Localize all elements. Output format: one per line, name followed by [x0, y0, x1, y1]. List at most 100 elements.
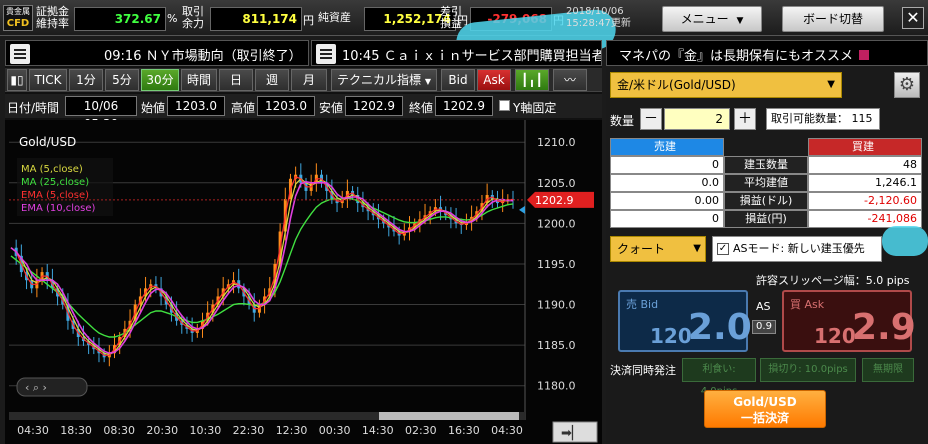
checkbox-checked-icon[interactable]: ✓: [717, 243, 729, 255]
y-tick-label: 1210.0: [537, 136, 576, 149]
available-unit: 円: [303, 14, 314, 27]
promo-banner[interactable]: マネパの『金』は長期保有にもオススメ: [606, 40, 928, 66]
ask-price-major: 120: [814, 324, 856, 348]
order-type-select[interactable]: クォート ▼: [610, 236, 706, 262]
table-row: 0 建玉数量 48: [610, 156, 922, 174]
order-type-value: クォート: [617, 242, 666, 256]
timeframe-week[interactable]: 週: [255, 69, 289, 91]
ohlc-info-bar: 日付/時間 10/06 05:30 始値 1203.0 高値 1203.0 安値…: [5, 94, 602, 131]
high-label: 高値: [231, 101, 256, 115]
y-tick-label: 1195.0: [537, 258, 576, 271]
chart-toolbar: ▮▯ TICK 1分 5分 30分 時間 日 週 月 テクニカル指標 ▼ Bid…: [5, 68, 602, 92]
menu-button-label: メニュー: [680, 12, 729, 26]
price-chart[interactable]: 1210.0 1205.0 1200.0 1195.0 1190.0 1185.0 1180…: [5, 120, 602, 444]
news-headline-2[interactable]: 10:45 Ｃａｉｘｉｎサービス部門購買担当者: [342, 45, 601, 64]
logo-text: 貴金属: [6, 7, 30, 16]
as-mode-toggle[interactable]: ✓ ASモード: 新しい建玉優先: [712, 236, 882, 262]
x-tick-label: 04:30: [17, 424, 49, 437]
news-ticker-1[interactable]: 09:16 ＮＹ市場動向（取引終了）: [5, 40, 309, 66]
timeframe-hour[interactable]: 時間: [181, 69, 217, 91]
timeframe-day[interactable]: 日: [219, 69, 253, 91]
position-header-row: 売建 買建: [610, 138, 922, 156]
current-price-label: 1202.9: [535, 194, 574, 207]
x-tick-label: 18:30: [60, 424, 92, 437]
x-tick-label: 12:30: [276, 424, 308, 437]
timeframe-5min[interactable]: 5分: [105, 69, 139, 91]
row-label: 損益(ドル): [724, 192, 808, 210]
low-value: 1202.9: [345, 96, 403, 116]
yaxis-fixed-checkbox[interactable]: [499, 100, 510, 111]
position-table: 売建 買建 0 建玉数量 48 0.0 平均建値 1,246.1 0.00 損益…: [610, 138, 922, 228]
y-tick-label: 1200.0: [537, 217, 576, 230]
close-label: 終値: [409, 101, 434, 115]
bulk-settle-label: 一括決済: [740, 411, 789, 425]
y-tick-label: 1190.0: [537, 299, 576, 312]
chevron-down-icon: ▼: [827, 79, 835, 90]
y-tick-label: 1205.0: [537, 177, 576, 190]
row-label: 損益(円): [724, 210, 808, 228]
update-datetime: 2018/10/06 15:28:47更新: [566, 6, 631, 30]
chevron-down-icon: ▼: [424, 77, 431, 86]
timeframe-month[interactable]: 月: [291, 69, 327, 91]
line-chart-icon[interactable]: 〰: [553, 69, 587, 91]
chart-panel: 09:16 ＮＹ市場動向（取引終了） 10:45 Ｃａｉｘｉｎサービス部門購買担…: [5, 40, 602, 444]
bid-price-major: 120: [650, 324, 692, 348]
legend-entry: EMA (5,close): [21, 190, 89, 201]
x-tick-label: 10:30: [190, 424, 222, 437]
quantity-decrement-button[interactable]: －: [640, 108, 662, 130]
yaxis-fixed-label: Y軸固定: [513, 101, 557, 115]
buy-quantity: 48: [808, 156, 922, 174]
list-icon[interactable]: [10, 44, 30, 64]
external-link-icon[interactable]: [859, 50, 869, 60]
as-mode-label: ASモード: 新しい建玉優先: [733, 242, 865, 255]
timeframe-1min[interactable]: 1分: [69, 69, 103, 91]
header-spacer: [724, 138, 808, 156]
news-ticker-2[interactable]: 10:45 Ｃａｉｘｉｎサービス部門購買担当者: [311, 40, 602, 66]
bid-price-minor: 2.0: [688, 307, 752, 348]
candlestick-icon[interactable]: ┃╻┃: [515, 69, 549, 91]
timeframe-30min[interactable]: 30分: [141, 69, 179, 91]
chart-title: Gold/USD: [19, 135, 76, 149]
x-tick-label: 04:30: [491, 424, 523, 437]
technical-indicator-label: テクニカル指標: [337, 73, 422, 87]
bulk-settle-button[interactable]: Gold/USD 一括決済: [704, 390, 826, 428]
update-date: 2018/10/06: [566, 6, 624, 17]
board-switch-button[interactable]: ボード切替: [782, 6, 884, 32]
stop-loss-button[interactable]: 損切り: 10.0pips: [760, 358, 856, 382]
ask-toggle[interactable]: Ask: [477, 69, 511, 91]
take-profit-button[interactable]: 利食い: 4.0pips: [682, 358, 756, 397]
sell-bid-button[interactable]: 売 Bid 120 2.0: [618, 290, 752, 352]
x-tick-label: 22:30: [233, 424, 265, 437]
gear-icon[interactable]: ⚙: [894, 72, 920, 98]
arrow-right-icon: ➡▏: [561, 424, 582, 441]
symbol-select[interactable]: 金/米ドル(Gold/USD) ▼: [610, 72, 842, 98]
bid-toggle[interactable]: Bid: [441, 69, 475, 91]
timeframe-tick[interactable]: TICK: [29, 69, 67, 91]
row-label: 平均建値: [724, 174, 808, 192]
settle-order-label: 決済同時発注: [610, 364, 676, 377]
quantity-input[interactable]: 2: [664, 108, 730, 130]
logo-cfd-text: CFD: [6, 18, 30, 29]
x-tick-label: 08:30: [103, 424, 135, 437]
chevron-down-icon: ▼: [736, 16, 744, 26]
close-icon[interactable]: ✕: [902, 7, 924, 29]
promo-text[interactable]: マネパの『金』は長期保有にもオススメ: [619, 45, 853, 64]
expiry-button[interactable]: 無期限: [862, 358, 914, 382]
available-label: 取引余力: [182, 5, 204, 30]
sell-avg-price: 0.0: [610, 174, 724, 192]
chart-type-icon[interactable]: ▮▯: [7, 69, 27, 91]
news-headline-1[interactable]: 09:16 ＮＹ市場動向（取引終了）: [104, 45, 302, 64]
datetime-label: 日付/時間: [7, 101, 60, 115]
high-value: 1203.0: [257, 96, 315, 116]
chart-nav-icons: ‹ ⌕ ›: [25, 381, 47, 394]
list-icon[interactable]: [316, 44, 336, 64]
bid-label: 売 Bid: [626, 298, 659, 311]
chart-scroll-thumb[interactable]: [379, 412, 519, 420]
technical-indicator-dropdown[interactable]: テクニカル指標 ▼: [331, 69, 437, 91]
available-value: 811,174: [210, 7, 302, 31]
menu-button[interactable]: メニュー ▼: [662, 6, 762, 32]
sell-quantity: 0: [610, 156, 724, 174]
margin-ratio-value: 372.67: [74, 7, 166, 31]
buy-ask-button[interactable]: 買 Ask 120 2.9: [782, 290, 916, 352]
quantity-increment-button[interactable]: ＋: [734, 108, 756, 130]
